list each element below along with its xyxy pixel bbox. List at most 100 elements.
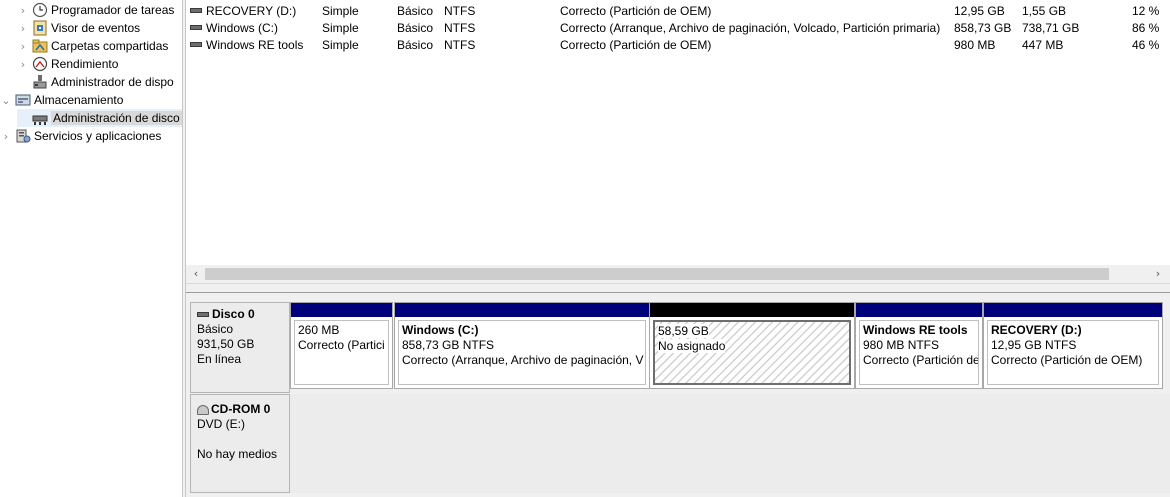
disk-icon xyxy=(197,312,209,317)
drive-icon xyxy=(190,42,202,47)
chevron-right-icon[interactable]: › xyxy=(17,40,29,53)
cdrom-area[interactable] xyxy=(290,394,1170,493)
device-manager-icon xyxy=(32,74,48,90)
partition-name: RECOVERY (D:) xyxy=(991,323,1082,337)
partition-size: 858,73 GB NTFS xyxy=(402,338,495,352)
navigation-tree: › Programador de tareas › Visor de event… xyxy=(0,0,182,497)
partition-size: 58,59 GB xyxy=(658,324,709,338)
volume-filesystem: NTFS xyxy=(444,38,476,52)
disk-name: Disco 0 xyxy=(212,307,255,321)
pane-divider[interactable] xyxy=(186,283,1170,293)
disk-0-label[interactable]: Disco 0 Básico 931,50 GB En línea xyxy=(190,302,290,393)
performance-icon xyxy=(32,56,48,72)
partition-status: Correcto (Partición de xyxy=(863,353,979,367)
drive-icon xyxy=(190,8,202,13)
cdrom-icon xyxy=(197,404,209,415)
volume-type: Básico xyxy=(397,21,434,35)
partition-name: Windows RE tools xyxy=(863,323,968,337)
tree-item-label: Administrador de dispo xyxy=(51,75,174,89)
volume-name: Windows (C:) xyxy=(206,21,279,35)
chevron-right-icon[interactable]: › xyxy=(17,58,29,71)
chevron-down-icon[interactable]: ⌄ xyxy=(0,94,12,107)
volume-name: Windows RE tools xyxy=(206,38,304,52)
partition-size: 260 MB xyxy=(298,323,340,337)
tree-item-label: Administración de disco xyxy=(51,111,182,125)
partition-size: 12,95 GB NTFS xyxy=(991,338,1077,352)
volume-status: Correcto (Arranque, Archivo de paginació… xyxy=(560,21,941,35)
tree-item-performance[interactable]: › Rendimiento xyxy=(17,55,118,73)
cdrom-0-label[interactable]: CD-ROM 0 DVD (E:) No hay medios xyxy=(190,394,290,493)
disk-graphical-view: Disco 0 Básico 931,50 GB En línea 260 MB… xyxy=(186,293,1170,497)
horizontal-scrollbar[interactable]: ‹ › xyxy=(186,265,1170,283)
partition-bar xyxy=(395,303,649,317)
tree-item-shared-folders[interactable]: › Carpetas compartidas xyxy=(17,37,169,55)
chevron-right-icon[interactable]: › xyxy=(17,4,29,17)
cdrom-name: CD-ROM 0 xyxy=(211,402,271,416)
partition-efi[interactable]: 260 MB Correcto (Partici xyxy=(290,302,393,389)
volume-name: RECOVERY (D:) xyxy=(206,4,297,18)
partition-recovery-d[interactable]: RECOVERY (D:) 12,95 GB NTFS Correcto (Pa… xyxy=(983,302,1163,389)
tree-item-label: Visor de eventos xyxy=(51,21,141,35)
volume-free-space: 1,55 GB xyxy=(1022,4,1067,18)
partition-unallocated[interactable]: 58,59 GB No asignado xyxy=(649,302,855,389)
partition-bar xyxy=(856,303,982,317)
disk-size: 931,50 GB xyxy=(197,337,255,351)
scrollbar-thumb[interactable] xyxy=(205,268,1109,280)
partition-bar xyxy=(291,303,392,317)
disk-state: En línea xyxy=(197,352,242,366)
volume-status: Correcto (Partición de OEM) xyxy=(560,4,712,18)
partition-bar xyxy=(984,303,1162,317)
partition-status: Correcto (Partición de OEM) xyxy=(991,353,1143,367)
tree-item-task-scheduler[interactable]: › Programador de tareas xyxy=(17,1,174,19)
volume-capacity: 858,73 GB xyxy=(954,21,1012,35)
cdrom-drive: DVD (E:) xyxy=(197,417,245,431)
volume-percent-free: 12 % xyxy=(1132,4,1160,18)
chevron-right-icon[interactable]: › xyxy=(17,22,29,35)
volume-row[interactable]: Windows RE tools Simple Básico NTFS Corr… xyxy=(186,36,1170,53)
chevron-right-icon[interactable]: › xyxy=(0,130,12,143)
volume-list: RECOVERY (D:) Simple Básico NTFS Correct… xyxy=(186,0,1170,287)
cdrom-media-status: No hay medios xyxy=(197,447,278,461)
volume-free-space: 738,71 GB xyxy=(1022,21,1080,35)
volume-row[interactable]: RECOVERY (D:) Simple Básico NTFS Correct… xyxy=(186,2,1170,19)
tree-item-storage[interactable]: ⌄ Almacenamiento xyxy=(0,91,123,109)
volume-capacity: 980 MB xyxy=(954,38,996,52)
tree-item-label: Carpetas compartidas xyxy=(51,39,169,53)
partition-name: Windows (C:) xyxy=(402,323,479,337)
volume-percent-free: 86 % xyxy=(1132,21,1160,35)
scroll-left-icon[interactable]: ‹ xyxy=(188,266,204,282)
partition-windows-c[interactable]: Windows (C:) 858,73 GB NTFS Correcto (Ar… xyxy=(394,302,650,389)
partition-status: Correcto (Partici xyxy=(298,338,385,352)
volume-layout: Simple xyxy=(322,21,359,35)
volume-row[interactable]: Windows (C:) Simple Básico NTFS Correcto… xyxy=(186,19,1170,36)
volume-type: Básico xyxy=(397,4,434,18)
tree-item-label: Rendimiento xyxy=(51,57,119,71)
volume-layout: Simple xyxy=(322,4,359,18)
storage-icon xyxy=(15,92,31,108)
volume-type: Básico xyxy=(397,38,434,52)
scroll-right-icon[interactable]: › xyxy=(1150,266,1166,282)
services-icon xyxy=(15,128,31,144)
volume-free-space: 447 MB xyxy=(1022,38,1064,52)
tree-item-event-viewer[interactable]: › Visor de eventos xyxy=(17,19,140,37)
partition-status: No asignado xyxy=(658,339,726,353)
volume-filesystem: NTFS xyxy=(444,21,476,35)
volume-layout: Simple xyxy=(322,38,359,52)
volume-status: Correcto (Partición de OEM) xyxy=(560,38,712,52)
tree-item-label: Programador de tareas xyxy=(51,3,175,17)
tree-item-services-apps[interactable]: › Servicios y aplicaciones xyxy=(0,127,162,145)
tree-item-label: Servicios y aplicaciones xyxy=(34,129,162,143)
shared-folder-icon xyxy=(32,38,48,54)
partition-windows-re-tools[interactable]: Windows RE tools 980 MB NTFS Correcto (P… xyxy=(855,302,983,389)
disk-management-icon xyxy=(32,110,48,126)
event-viewer-icon xyxy=(32,20,48,36)
tree-item-device-manager[interactable]: Administrador de dispo xyxy=(17,73,174,91)
volume-filesystem: NTFS xyxy=(444,4,476,18)
partition-size: 980 MB NTFS xyxy=(863,338,940,352)
clock-icon xyxy=(32,2,48,18)
drive-icon xyxy=(190,25,202,30)
tree-item-disk-management[interactable]: Administración de disco xyxy=(17,109,182,127)
volume-percent-free: 46 % xyxy=(1132,38,1160,52)
partition-bar xyxy=(650,303,854,317)
disk-type: Básico xyxy=(197,322,234,336)
